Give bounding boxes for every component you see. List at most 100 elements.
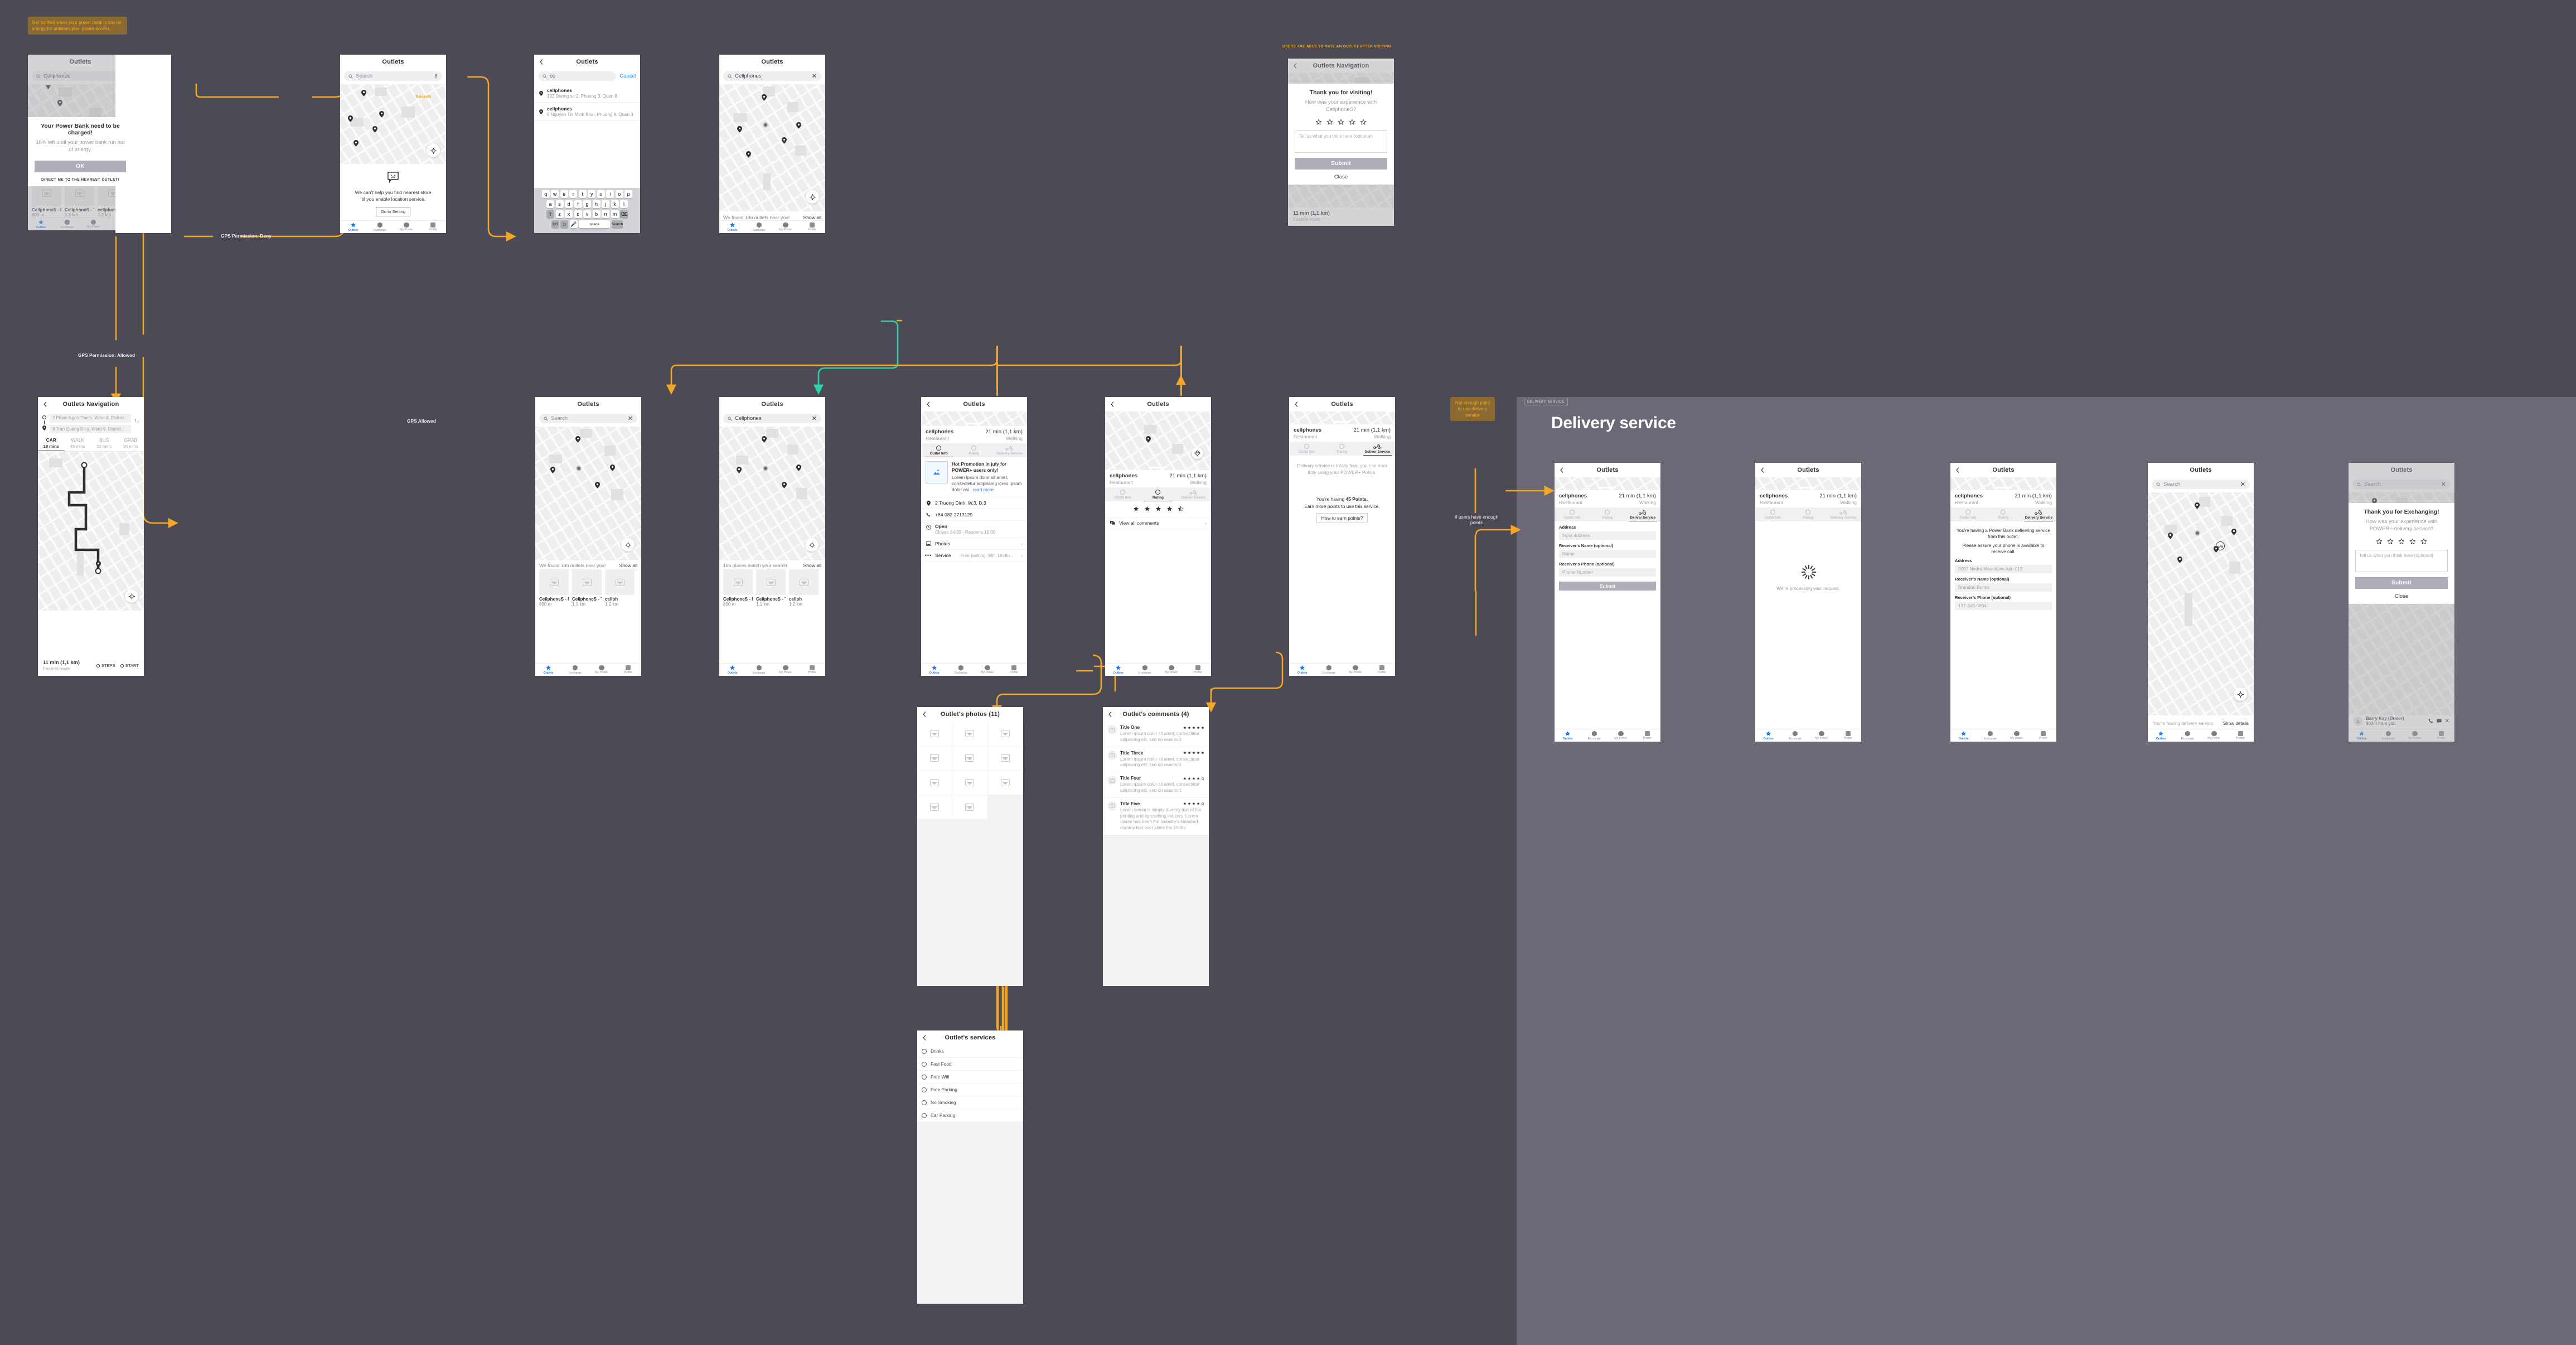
- tab-outlets[interactable]: Outlets: [1755, 729, 1782, 742]
- photo-cell[interactable]: [987, 771, 1023, 795]
- comment-item[interactable]: Title One Lorem ipsum dolor sit amet, co…: [1103, 722, 1209, 747]
- tab-exchange[interactable]: Exchange: [1581, 729, 1608, 742]
- map-pin[interactable]: [372, 126, 377, 133]
- screen-outlet-photos[interactable]: Outlet's photos (11): [917, 707, 1023, 986]
- shift-key[interactable]: ⇧: [546, 210, 554, 218]
- chevron-left-icon[interactable]: [1292, 63, 1298, 69]
- chevron-left-icon[interactable]: [1955, 467, 1960, 473]
- screen-location-disabled[interactable]: Outlets Search We can’t help you find ne…: [340, 55, 446, 233]
- search-input[interactable]: Search ✕: [2152, 480, 2250, 489]
- driver-marker[interactable]: [2214, 541, 2225, 553]
- submit-button[interactable]: Submit: [1559, 582, 1656, 591]
- tab-my-power[interactable]: My Power: [2003, 729, 2030, 742]
- tab-profile[interactable]: Profile: [1835, 729, 1862, 742]
- tab-bar[interactable]: Outlets Exchange My Power Profile: [340, 220, 446, 233]
- mode-tab-bus[interactable]: BUS 22 mins: [91, 435, 118, 451]
- keyboard-row-2[interactable]: a s d f g h j k l: [535, 200, 639, 208]
- show-all-link[interactable]: Show all: [803, 215, 821, 220]
- key-k[interactable]: k: [611, 200, 619, 208]
- destination-input[interactable]: 9 Tran Quang Dieu, Ward 9, District...: [50, 425, 131, 434]
- submit-button[interactable]: Submit: [1295, 157, 1387, 170]
- tab-outlet-info[interactable]: Outlet Info: [1555, 507, 1590, 521]
- tab-my-power[interactable]: My Power: [1808, 729, 1835, 742]
- outlet-hours-row[interactable]: Open Closes 14:30 - Reopens 19:00: [921, 521, 1027, 539]
- key-f[interactable]: f: [574, 200, 582, 208]
- search-bar[interactable]: Search ✕: [2148, 477, 2254, 492]
- map-pin[interactable]: [575, 436, 580, 443]
- chevron-left-icon[interactable]: [922, 712, 927, 717]
- map-pin[interactable]: [2231, 529, 2236, 535]
- search-bar[interactable]: Cellphones ✕: [719, 412, 825, 427]
- outlet-tabs[interactable]: Outlet Info Rating Deliver Service: [1555, 507, 1660, 522]
- search-suggestions[interactable]: cellphones 192 Duong so 2, Phuong 3, Qua…: [534, 84, 640, 121]
- map-preview[interactable]: [1105, 412, 1211, 470]
- screen-search-typing[interactable]: Outlets ce Cancel cellphones 192 Duong s…: [534, 55, 640, 233]
- star-rating-input[interactable]: [1295, 118, 1387, 125]
- tab-my-power[interactable]: My Power: [393, 221, 420, 233]
- tab-bar[interactable]: Outlets Exchange My Power Profile: [719, 220, 825, 233]
- mode-tab-grab[interactable]: GRAB 20 mins: [118, 435, 144, 451]
- tab-bar[interactable]: Outlets Exchange My Power Profile: [1105, 663, 1211, 676]
- outlet-card[interactable]: CellphoneS - Tran.. 1.1 km: [572, 569, 602, 607]
- service-item[interactable]: Free Wifi: [917, 1071, 1023, 1083]
- screen-rate-outlet[interactable]: Outlets Navigation 11 min (1,1 km) Faste…: [1288, 59, 1394, 226]
- service-item[interactable]: Car Parking: [917, 1109, 1023, 1122]
- tab-bar[interactable]: Outlets Exchange My Power Profile: [1755, 729, 1861, 742]
- map-pin[interactable]: [2195, 502, 2200, 509]
- feedback-textarea[interactable]: Tell us what you think here (optional): [1295, 130, 1387, 153]
- tab-exchange[interactable]: Exchange: [1977, 729, 2004, 742]
- tab-rating[interactable]: Rating: [1590, 507, 1625, 521]
- photo-cell[interactable]: [917, 746, 953, 771]
- close-button[interactable]: Close: [1295, 174, 1387, 180]
- map-pin[interactable]: [762, 94, 767, 101]
- tab-delivery-service[interactable]: Deliver Service: [1625, 507, 1660, 522]
- tab-exchange[interactable]: Exchange: [367, 221, 394, 233]
- tab-profile[interactable]: Profile: [1185, 664, 1212, 676]
- key-i[interactable]: i: [606, 190, 614, 198]
- tab-outlets[interactable]: Outlets: [340, 221, 367, 233]
- map-pin[interactable]: [354, 140, 359, 147]
- rate-outlet-dialog[interactable]: Thank you for visiting! How was your exp…: [1288, 84, 1394, 185]
- screen-outlet-rating[interactable]: Outlets cellphones Restaurant 21 min (1,…: [1105, 397, 1211, 676]
- map-route[interactable]: [38, 452, 144, 611]
- tab-bar[interactable]: Outlets Exchange My Power Profile: [1289, 663, 1395, 676]
- screen-delivery-tracking[interactable]: Outlets Search ✕ You're having delivery …: [2148, 463, 2254, 742]
- search-input[interactable]: Search: [344, 71, 442, 81]
- tab-profile[interactable]: Profile: [420, 221, 447, 233]
- suggestion-item[interactable]: cellphones 192 Duong so 2, Phuong 3, Qua…: [534, 84, 640, 103]
- cancel-button[interactable]: Cancel: [619, 73, 636, 79]
- radio-icon[interactable]: [922, 1048, 927, 1054]
- tab-outlet-info[interactable]: Outlet Info: [1289, 442, 1324, 456]
- comment-item[interactable]: Title Three Lorem ipsum dolor sit amet, …: [1103, 747, 1209, 773]
- map-preview[interactable]: [1755, 477, 1861, 490]
- mode-tab-car[interactable]: CAR 18 mins: [38, 435, 65, 452]
- chevron-left-icon[interactable]: [1559, 467, 1565, 473]
- photo-cell[interactable]: [952, 722, 988, 746]
- map[interactable]: [2148, 492, 2254, 715]
- space-key[interactable]: space: [579, 220, 611, 228]
- tab-exchange[interactable]: Exchange: [1782, 729, 1809, 742]
- screen-delivery-processing[interactable]: Outlets cellphones Restaurant 21 min (1,…: [1755, 463, 1861, 742]
- tab-rating[interactable]: Rating: [1324, 442, 1359, 456]
- screen-outlet-services[interactable]: Outlet's services Drinks Fast Food Free …: [917, 1030, 1023, 1304]
- numbers-key[interactable]: 123: [551, 220, 559, 228]
- radio-icon[interactable]: [922, 1087, 927, 1092]
- tab-my-power[interactable]: My Power: [1342, 664, 1369, 676]
- map-pin[interactable]: [361, 90, 366, 96]
- photo-cell[interactable]: [952, 746, 988, 771]
- photo-cell[interactable]: [952, 771, 988, 795]
- tab-bar[interactable]: Outlets Exchange My Power Profile: [535, 663, 641, 676]
- backspace-key[interactable]: ⌫: [620, 210, 628, 218]
- start-button[interactable]: START: [120, 663, 139, 668]
- tab-bar[interactable]: Outlets Exchange My Power Profile: [719, 663, 825, 676]
- map-pin[interactable]: [782, 482, 787, 488]
- tab-outlets[interactable]: Outlets: [1555, 729, 1581, 742]
- tab-profile[interactable]: Profile: [1369, 664, 1396, 676]
- search-key[interactable]: Search: [611, 220, 623, 228]
- tab-my-power[interactable]: My Power: [974, 664, 1001, 676]
- tab-profile[interactable]: Profile: [1634, 729, 1661, 742]
- tab-delivery-service[interactable]: Delivery Service: [992, 443, 1027, 457]
- screen-outlets-navigation[interactable]: Outlets Navigation 2 Pham Ngoc Thach, Wa…: [38, 397, 144, 676]
- outlet-cards[interactable]: CellphoneS - Ngu... 800 m CellphoneS - T…: [535, 569, 641, 607]
- key-u[interactable]: u: [597, 190, 605, 198]
